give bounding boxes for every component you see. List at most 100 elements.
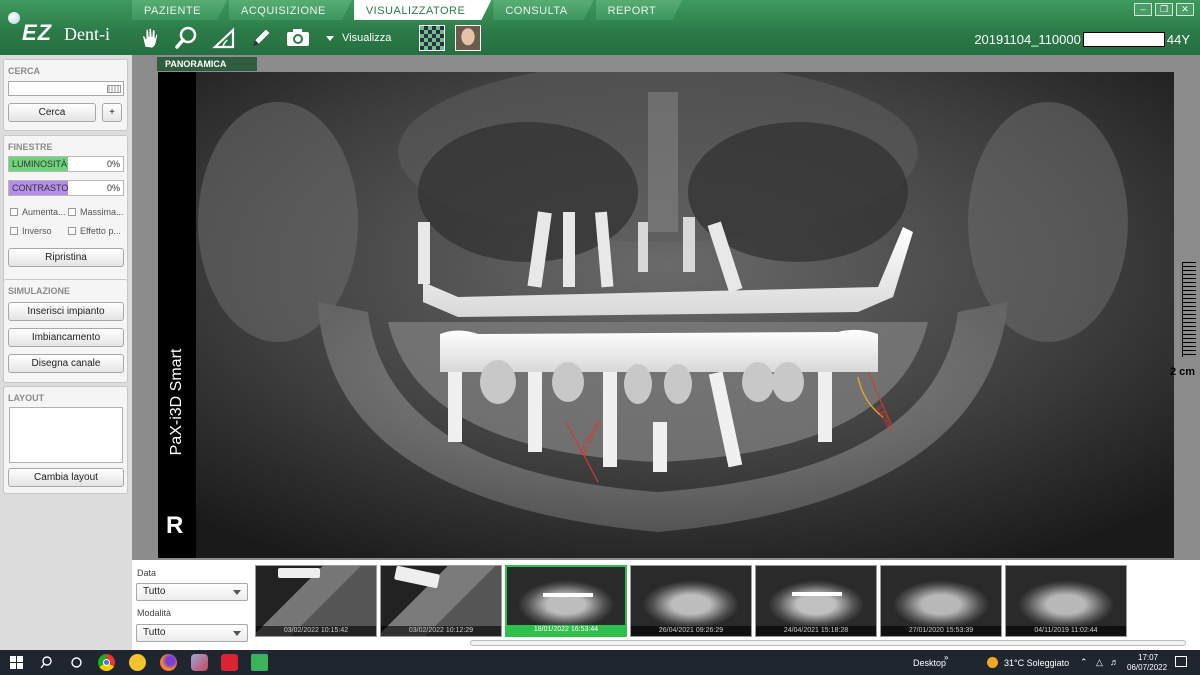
camera-icon[interactable] [283,23,313,53]
checkbox-label: Aumenta... [22,207,66,217]
caret-down-icon [326,35,334,41]
app-window: { "app": { "logo_ez": "EZ", "logo_dent":… [0,0,1200,675]
desktop-label[interactable]: Desktop [913,658,946,668]
device-name: PaX-i3D Smart [168,348,185,456]
thumbnail-item[interactable]: 24/04/2021 15:18:28 [755,565,877,637]
checkbox-massima[interactable]: Massima... [68,207,124,217]
thumbnail-item[interactable]: 03/02/2022 10:12:29 [380,565,502,637]
window-controls: – ❐ ✕ [1131,3,1194,16]
chevron-icon[interactable]: » [944,653,948,662]
layout-group: LAYOUT Cambia layout [3,386,128,494]
app-icon-2[interactable] [191,654,208,671]
face-photo-icon[interactable] [455,25,482,51]
tray-expand-icon[interactable]: ⌃ [1080,657,1088,668]
keyboard-icon[interactable] [107,85,121,93]
thumbnail-date: 27/01/2020 15:53:39 [881,626,1001,636]
visualizza-label: Visualizza [342,32,392,44]
tab-paziente[interactable]: PAZIENTE [132,0,227,20]
close-icon[interactable]: ✕ [1176,3,1194,16]
volume-icon[interactable]: ♬ [1110,657,1119,667]
layout-preview[interactable] [9,407,123,463]
checkbox-box [10,227,18,235]
contrasto-slider[interactable]: CONTRASTO 0% [8,180,124,196]
windows-start-icon[interactable] [8,654,25,671]
patient-id: 20191104_110000 [974,32,1081,47]
dropdown-arrow-icon [233,631,241,636]
search-icon[interactable] [38,654,55,671]
magnifier-icon[interactable] [172,23,202,53]
viewer-toolbar: Visualizza [135,22,482,54]
cerca-group: CERCA Cerca + [3,59,128,131]
cerca-title: CERCA [8,66,41,76]
tab-visualizzatore[interactable]: VISUALIZZATORE [354,0,492,20]
tab-consulta[interactable]: CONSULTA [493,0,593,20]
firefox-icon[interactable] [160,654,177,671]
layout-title: LAYOUT [8,393,45,403]
recorder-icon[interactable] [221,654,238,671]
checkbox-label: Inverso [22,226,52,236]
thumbnail-item[interactable]: 27/01/2020 15:53:39 [880,565,1002,637]
checkbox-aumenta[interactable]: Aumenta... [10,207,66,217]
contrasto-value: 0% [106,183,120,193]
clock-time[interactable]: 17:07 [1138,653,1158,662]
data-filter-label: Data [137,568,157,578]
logo-bubble-icon [8,12,20,24]
patient-info: 20191104_110000 44Y [974,32,1190,47]
checkbox-inverso[interactable]: Inverso [10,226,52,236]
search-input[interactable] [8,81,124,96]
search-button[interactable]: Cerca [8,103,96,122]
implant-preview [278,568,320,578]
tab-label: PAZIENTE [144,5,201,17]
whitening-button[interactable]: Imbiancamento [8,328,124,347]
thumbnail-item[interactable]: 04/11/2019 11:02:44 [1005,565,1127,637]
data-filter-select[interactable]: Tutto [136,583,248,601]
luminosita-slider[interactable]: LUMINOSITÀ 0% [8,156,124,172]
app-circle-icon[interactable] [129,654,146,671]
viewer-tab-panoramica[interactable]: PANORAMICA [157,57,257,71]
network-icon[interactable]: △ [1096,657,1103,668]
thumbnail-item-selected[interactable]: 18/01/2022 16:53:44 [505,565,627,637]
hand-icon[interactable] [135,23,165,53]
insert-implant-button[interactable]: Inserisci impianto [8,302,124,321]
change-layout-button[interactable]: Cambia layout [8,468,124,487]
grid-view-icon[interactable] [419,25,446,51]
chrome-icon[interactable] [98,654,115,671]
thumbnail-date: 24/04/2021 15:18:28 [756,626,876,636]
panoramic-xray[interactable]: 14.99mm 5.62mm PaX-i3D Smart R [158,72,1174,558]
app-logo: EZ Dent-i [8,12,128,46]
visualizza-dropdown[interactable]: Visualizza [326,32,391,44]
tab-label: REPORT [607,5,657,17]
logo-ez: EZ [22,20,53,45]
simulazione-title: SIMULAZIONE [8,286,70,296]
draw-canal-button[interactable]: Disegna canale [8,354,124,373]
tab-label: ACQUISIZIONE [240,5,326,17]
dropdown-arrow-icon [233,590,241,595]
logo-dent: Dent-i [64,24,110,44]
thumbnail-item[interactable]: 26/04/2021 09:26:29 [630,565,752,637]
modalita-filter-select[interactable]: Tutto [136,624,248,642]
task-view-icon[interactable] [68,654,85,671]
data-filter-value: Tutto [143,586,166,597]
clock-date[interactable]: 06/07/2022 [1127,663,1167,672]
tab-acquisizione[interactable]: ACQUISIZIONE [229,0,352,20]
add-search-button[interactable]: + [102,103,122,122]
thumbnail-item[interactable]: 03/02/2022 10:15:42 [255,565,377,637]
weather-text[interactable]: 31°C Soleggiato [1004,658,1069,668]
minimize-icon[interactable]: – [1134,3,1152,16]
thumbnail-scrollbar[interactable] [470,640,1186,646]
thumbnail-date: 03/02/2022 10:12:29 [381,626,501,636]
xray-image: 14.99mm 5.62mm [158,72,1174,558]
ezdent-taskbar-icon[interactable] [251,654,268,671]
finestre-title: FINESTRE [8,142,53,152]
contrasto-label: CONTRASTO [12,183,69,193]
luminosita-label: LUMINOSITÀ [12,159,68,169]
tab-report[interactable]: REPORT [596,0,683,20]
restore-icon[interactable]: ❐ [1155,3,1173,16]
thumbnail-date: 26/04/2021 09:26:29 [631,626,751,636]
pencil-icon[interactable] [246,23,276,53]
angle-icon[interactable] [209,23,239,53]
reset-button[interactable]: Ripristina [8,248,124,267]
windows-taskbar: Desktop » 31°C Soleggiato ⌃ △ ♬ 17:07 06… [0,650,1200,675]
checkbox-effetto[interactable]: Effetto p... [68,226,121,236]
notification-icon[interactable] [1175,656,1187,667]
